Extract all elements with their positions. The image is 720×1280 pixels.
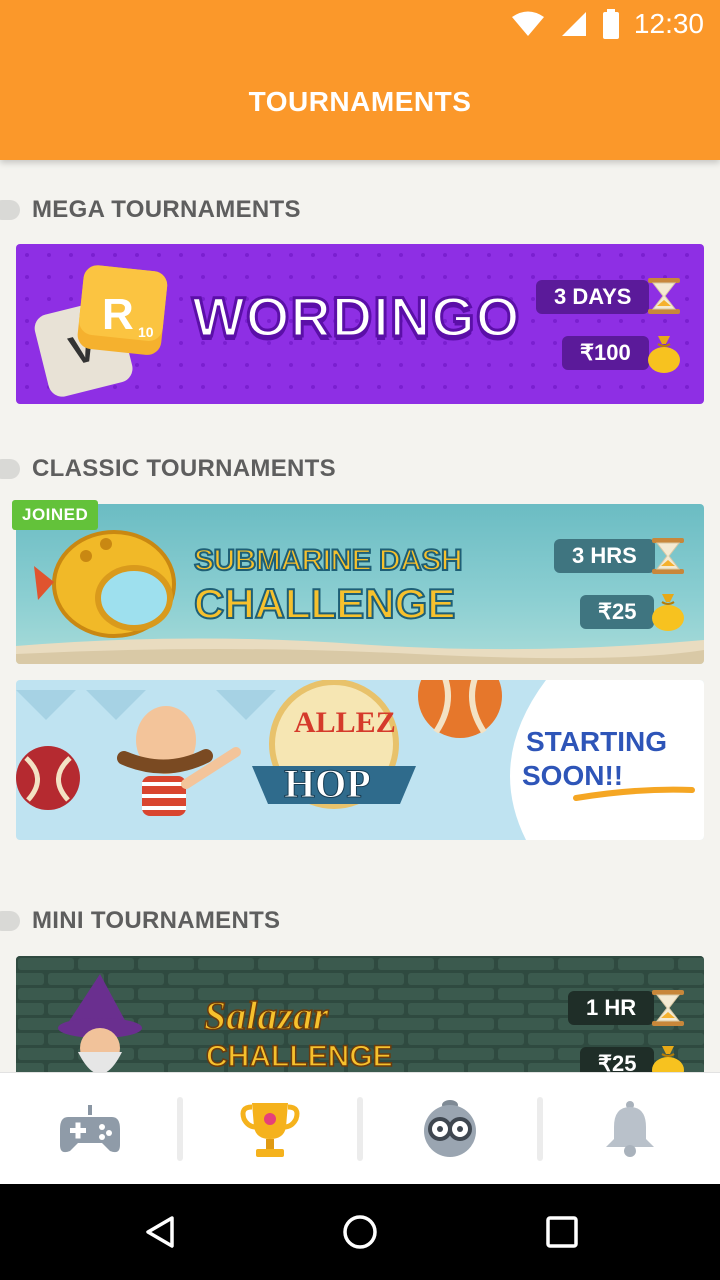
wifi-icon xyxy=(511,11,544,36)
hourglass-icon xyxy=(652,990,684,1026)
back-triangle-icon xyxy=(146,1216,174,1248)
section-title-mega: MEGA TOURNAMENTS xyxy=(32,196,301,223)
salazar-title-line1: Salazar xyxy=(203,992,329,1039)
tile-letter: R xyxy=(102,290,134,339)
bottom-nav xyxy=(0,1072,720,1184)
prize-badge: ₹25 xyxy=(580,1047,655,1072)
duration-text: 3 HRS xyxy=(572,543,637,568)
submarine-title-line2: CHALLENGE xyxy=(193,579,456,628)
status-bar: 12:30 xyxy=(510,8,704,40)
allez-title-line1: ALLEZ xyxy=(294,706,396,739)
nav-profile[interactable] xyxy=(360,1073,540,1185)
system-nav-bar xyxy=(0,1184,720,1280)
joined-badge: JOINED xyxy=(12,500,99,530)
duration-text: 3 DAYS xyxy=(554,284,632,309)
salazar-title-line2: CHALLENGE xyxy=(205,1039,393,1072)
money-bag-icon xyxy=(652,1046,684,1072)
back-button[interactable] xyxy=(132,1204,188,1260)
signal-icon xyxy=(561,12,586,36)
section-marker xyxy=(0,911,20,931)
avatar-glasses-icon xyxy=(424,1100,476,1157)
prize-badge: ₹100 xyxy=(562,336,649,370)
prize-badge: ₹25 xyxy=(580,595,655,629)
wordingo-card[interactable]: V R 10 WORDINGO 3 DAYS ₹100 xyxy=(16,244,704,404)
wordingo-logo: WORDINGO xyxy=(190,284,521,350)
app-bar: 12:30 TOURNAMENTS xyxy=(0,0,720,160)
nav-games[interactable] xyxy=(0,1073,180,1185)
nav-notifications[interactable] xyxy=(540,1073,720,1185)
home-button[interactable] xyxy=(332,1204,388,1260)
battery-icon xyxy=(602,9,619,39)
submarine-title-line1: SUBMARINE DASH xyxy=(193,543,464,578)
recents-button[interactable] xyxy=(534,1204,590,1260)
salazar-card[interactable]: Salazar CHALLENGE 1 HR ₹25 xyxy=(16,956,704,1072)
prize-text: ₹100 xyxy=(580,340,631,365)
duration-text: 1 HR xyxy=(586,995,637,1020)
prize-text: ₹25 xyxy=(598,599,637,624)
nav-tournaments[interactable] xyxy=(180,1073,360,1185)
duration-badge: 1 HR xyxy=(568,991,655,1025)
money-bag-icon xyxy=(648,336,680,373)
bell-icon xyxy=(606,1101,654,1157)
starting-soon-line2: SOON!! xyxy=(522,760,624,791)
prize-text: ₹25 xyxy=(598,1051,637,1072)
hourglass-icon xyxy=(648,278,680,314)
money-bag-icon xyxy=(652,594,684,631)
duration-badge: 3 HRS xyxy=(554,539,655,573)
submarine-dash-card[interactable]: SUBMARINE DASH CHALLENGE 3 HRS ₹25 xyxy=(16,504,704,664)
section-title-classic: CLASSIC TOURNAMENTS xyxy=(32,455,336,482)
allez-hop-card[interactable]: ALLEZ HOP STARTING SOON!! xyxy=(16,680,704,840)
status-time: 12:30 xyxy=(633,8,704,39)
allez-title-line2: HOP xyxy=(284,761,372,807)
section-marker xyxy=(0,459,20,479)
section-marker xyxy=(0,200,20,220)
page-title: TOURNAMENTS xyxy=(248,86,472,117)
trophy-icon xyxy=(240,1103,300,1157)
recents-square-icon xyxy=(546,1216,578,1248)
tournament-list[interactable]: MEGA TOURNAMENTS V R 10 WORDINGO 3 DAYS … xyxy=(0,160,720,1072)
starting-soon-line1: STARTING xyxy=(526,726,668,757)
section-title-mini: MINI TOURNAMENTS xyxy=(32,907,281,934)
duration-badge: 3 DAYS xyxy=(536,280,650,314)
tile-score: 10 xyxy=(138,324,154,340)
home-circle-icon xyxy=(343,1215,377,1249)
gamepad-icon xyxy=(60,1105,120,1153)
hourglass-icon xyxy=(652,538,684,574)
